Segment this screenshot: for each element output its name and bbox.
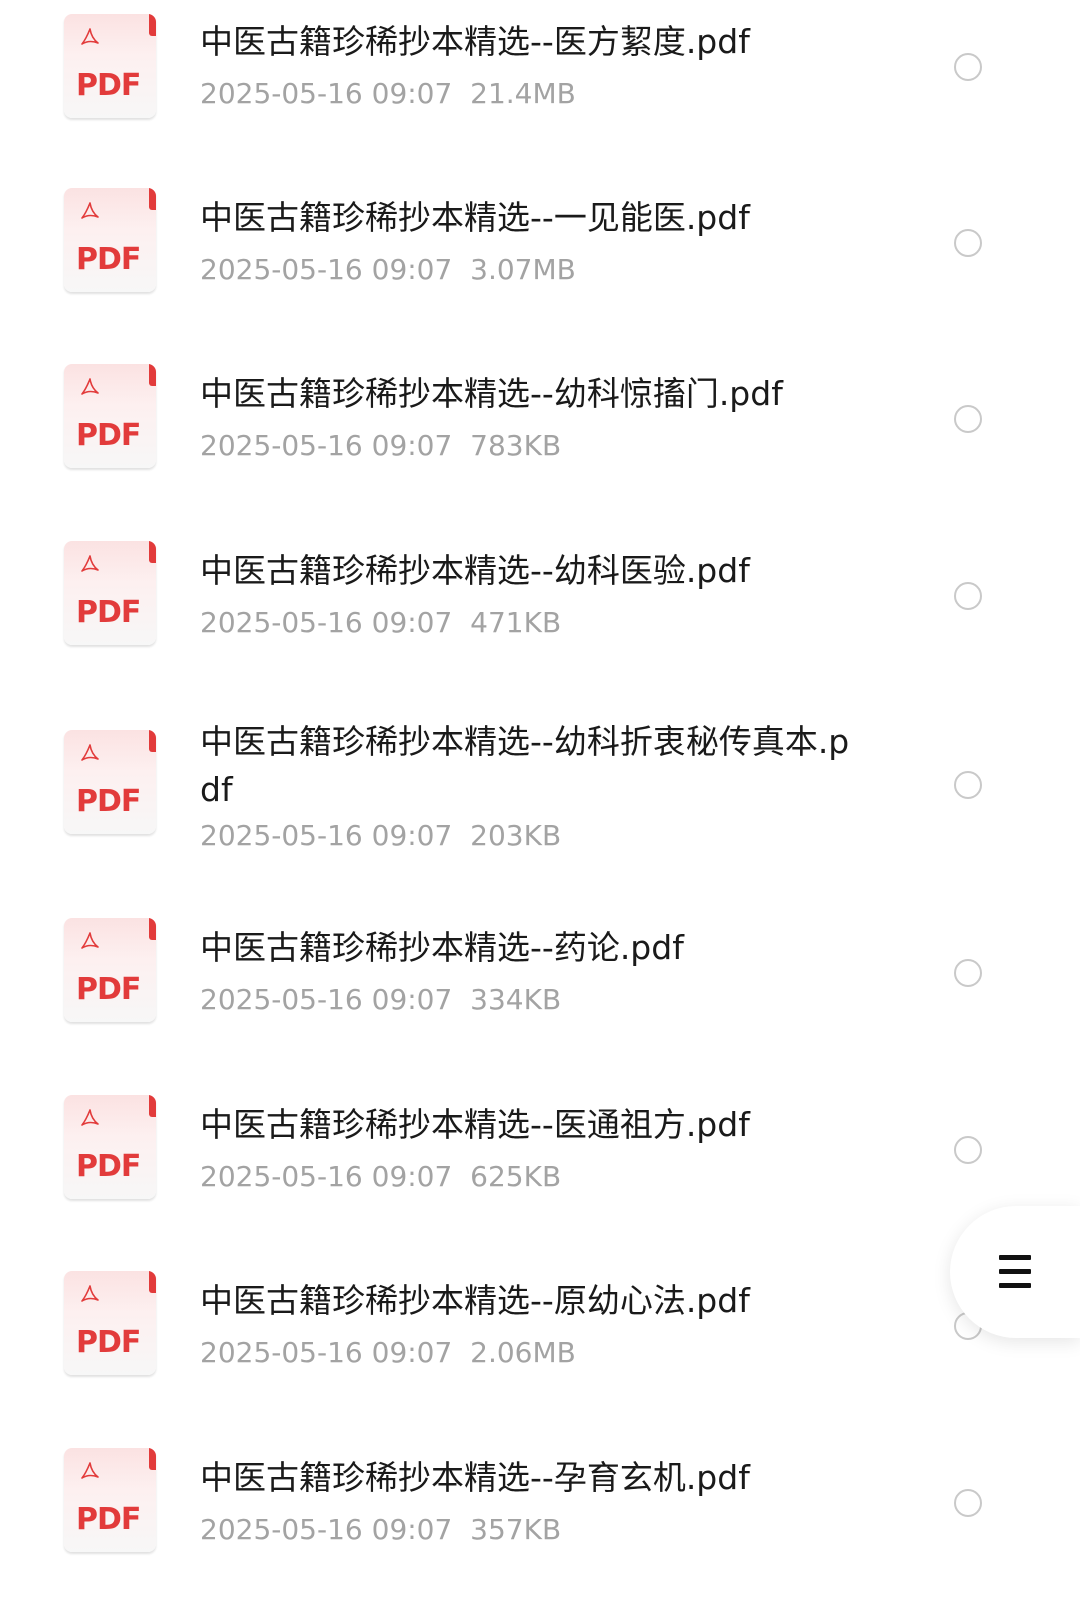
acrobat-icon — [81, 28, 99, 45]
file-row[interactable]: PDF 中医古籍珍稀抄本精选--幼科折衷秘传真本.pdf 2025-05-16 … — [0, 705, 1080, 905]
select-radio[interactable] — [954, 1136, 982, 1164]
file-row[interactable]: PDF 中医古籍珍稀抄本精选--医通祖方.pdf 2025-05-16 09:0… — [0, 1083, 1080, 1243]
pdf-label: PDF — [76, 595, 141, 630]
file-name: 中医古籍珍稀抄本精选--药论.pdf — [200, 928, 684, 967]
acrobat-icon — [81, 1109, 99, 1126]
file-size: 21.4MB — [470, 77, 576, 110]
file-date: 2025-05-16 09:07 — [200, 429, 453, 462]
pdf-label: PDF — [76, 418, 141, 453]
pdf-file-icon: PDF — [64, 188, 156, 292]
file-meta: 2025-05-16 09:07 203KB — [200, 818, 561, 854]
pdf-label: PDF — [76, 1325, 141, 1360]
floating-menu-button[interactable] — [950, 1206, 1080, 1338]
pdf-file-icon: PDF — [64, 364, 156, 468]
file-date: 2025-05-16 09:07 — [200, 1513, 453, 1546]
file-name: 中医古籍珍稀抄本精选--孕育玄机.pdf — [200, 1458, 750, 1497]
file-size: 2.06MB — [470, 1336, 576, 1369]
file-meta: 2025-05-16 09:07 625KB — [200, 1159, 561, 1195]
file-row[interactable]: PDF 中医古籍珍稀抄本精选--药论.pdf 2025-05-16 09:07 … — [0, 906, 1080, 1066]
file-date: 2025-05-16 09:07 — [200, 819, 453, 852]
acrobat-icon — [81, 378, 99, 395]
file-meta: 2025-05-16 09:07 21.4MB — [200, 76, 576, 112]
file-date: 2025-05-16 09:07 — [200, 983, 453, 1016]
file-size: 625KB — [470, 1160, 562, 1193]
acrobat-icon — [81, 1285, 99, 1302]
menu-icon — [999, 1255, 1031, 1289]
file-name: 中医古籍珍稀抄本精选--一见能医.pdf — [200, 198, 750, 237]
select-radio[interactable] — [954, 959, 982, 987]
file-size: 3.07MB — [470, 253, 576, 286]
file-date: 2025-05-16 09:07 — [200, 253, 453, 286]
select-radio[interactable] — [954, 1489, 982, 1517]
file-row[interactable]: PDF 中医古籍珍稀抄本精选--幼科惊搐门.pdf 2025-05-16 09:… — [0, 352, 1080, 512]
file-size: 471KB — [470, 606, 562, 639]
file-size: 203KB — [470, 819, 562, 852]
file-list: PDF 中医古籍珍稀抄本精选--医方絜度.pdf 2025-05-16 09:0… — [0, 0, 1080, 1599]
pdf-file-icon: PDF — [64, 1095, 156, 1199]
acrobat-icon — [81, 744, 99, 761]
pdf-label: PDF — [76, 972, 141, 1007]
acrobat-icon — [81, 1462, 99, 1479]
file-meta: 2025-05-16 09:07 334KB — [200, 982, 561, 1018]
file-name: 中医古籍珍稀抄本精选--医通祖方.pdf — [200, 1105, 750, 1144]
file-name: 中医古籍珍稀抄本精选--原幼心法.pdf — [200, 1281, 750, 1320]
file-date: 2025-05-16 09:07 — [200, 1160, 453, 1193]
file-meta: 2025-05-16 09:07 783KB — [200, 428, 561, 464]
file-row[interactable]: PDF 中医古籍珍稀抄本精选--原幼心法.pdf 2025-05-16 09:0… — [0, 1259, 1080, 1419]
select-radio[interactable] — [954, 771, 982, 799]
file-row[interactable]: PDF 中医古籍珍稀抄本精选--医方絜度.pdf 2025-05-16 09:0… — [0, 0, 1080, 160]
pdf-file-icon: PDF — [64, 541, 156, 645]
select-radio[interactable] — [954, 582, 982, 610]
select-radio[interactable] — [954, 405, 982, 433]
file-meta: 2025-05-16 09:07 3.07MB — [200, 252, 576, 288]
pdf-file-icon: PDF — [64, 14, 156, 118]
pdf-file-icon: PDF — [64, 918, 156, 1022]
select-radio[interactable] — [954, 53, 982, 81]
pdf-label: PDF — [76, 68, 141, 103]
acrobat-icon — [81, 932, 99, 949]
file-date: 2025-05-16 09:07 — [200, 1336, 453, 1369]
file-name: 中医古籍珍稀抄本精选--幼科惊搐门.pdf — [200, 374, 783, 413]
pdf-file-icon: PDF — [64, 1448, 156, 1552]
file-size: 334KB — [470, 983, 562, 1016]
pdf-file-icon: PDF — [64, 730, 156, 834]
file-row[interactable]: PDF 中医古籍珍稀抄本精选--一见能医.pdf 2025-05-16 09:0… — [0, 176, 1080, 336]
file-row[interactable]: PDF 中医古籍珍稀抄本精选--孕育玄机.pdf 2025-05-16 09:0… — [0, 1436, 1080, 1599]
file-meta: 2025-05-16 09:07 471KB — [200, 605, 561, 641]
select-radio[interactable] — [954, 229, 982, 257]
file-size: 783KB — [470, 429, 562, 462]
file-name: 中医古籍珍稀抄本精选--医方絜度.pdf — [200, 22, 750, 61]
pdf-label: PDF — [76, 784, 141, 819]
pdf-file-icon: PDF — [64, 1271, 156, 1375]
pdf-label: PDF — [76, 1502, 141, 1537]
pdf-label: PDF — [76, 1149, 141, 1184]
pdf-label: PDF — [76, 242, 141, 277]
file-meta: 2025-05-16 09:07 2.06MB — [200, 1335, 576, 1371]
file-name: 中医古籍珍稀抄本精选--幼科医验.pdf — [200, 551, 750, 590]
file-row[interactable]: PDF 中医古籍珍稀抄本精选--幼科医验.pdf 2025-05-16 09:0… — [0, 529, 1080, 689]
file-date: 2025-05-16 09:07 — [200, 77, 453, 110]
file-date: 2025-05-16 09:07 — [200, 606, 453, 639]
file-meta: 2025-05-16 09:07 357KB — [200, 1512, 561, 1548]
acrobat-icon — [81, 202, 99, 219]
file-size: 357KB — [470, 1513, 562, 1546]
acrobat-icon — [81, 555, 99, 572]
file-name: 中医古籍珍稀抄本精选--幼科折衷秘传真本.pdf — [200, 722, 850, 809]
